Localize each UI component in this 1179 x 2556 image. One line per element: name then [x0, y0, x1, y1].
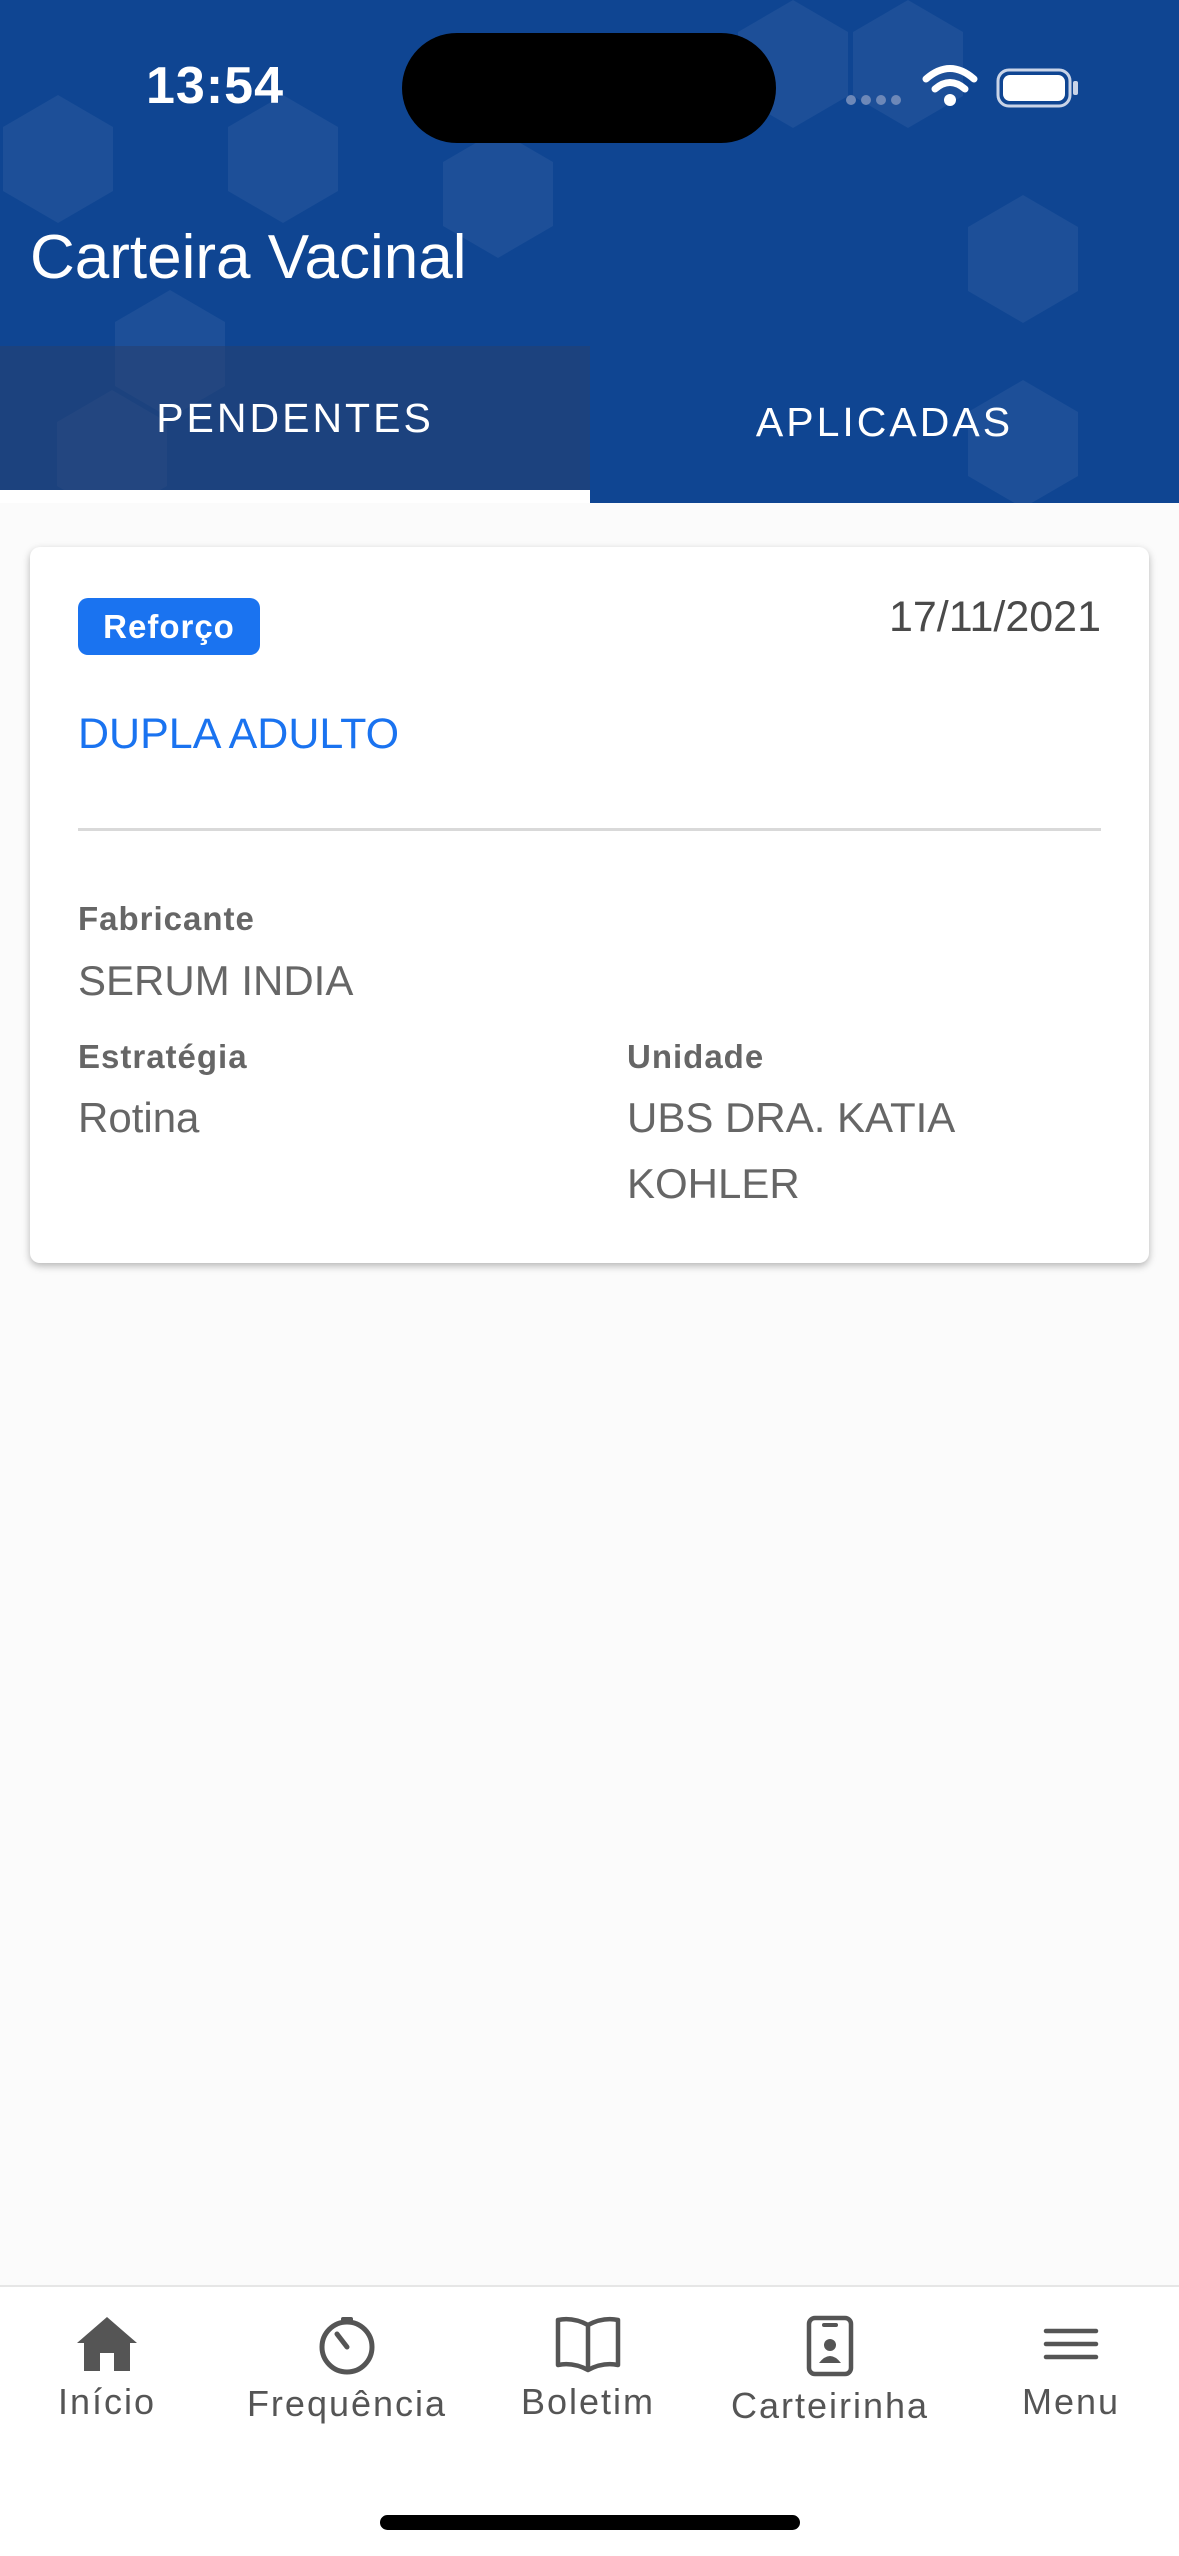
dose-badge: Reforço	[78, 598, 260, 655]
dynamic-island	[402, 33, 776, 143]
nav-item-menu[interactable]: Menu	[953, 2307, 1179, 2457]
nav-item-carteirinha[interactable]: Carteirinha	[712, 2307, 948, 2457]
app-header: 13:54 Carteira Vacinal PENDENTES APLICAD…	[0, 0, 1179, 503]
menu-icon	[1043, 2328, 1099, 2360]
cellular-signal-icon	[846, 95, 901, 105]
estrategia-value: Rotina	[78, 1094, 200, 1141]
id-card-icon	[806, 2315, 854, 2377]
book-icon	[555, 2316, 621, 2373]
home-icon	[77, 2317, 137, 2371]
status-bar: 13:54	[0, 0, 1179, 175]
nav-label-frequencia: Frequência	[246, 2383, 448, 2424]
home-indicator[interactable]	[380, 2515, 800, 2530]
tab-pendentes-label: PENDENTES	[156, 394, 434, 441]
vaccine-card[interactable]: Reforço 17/11/2021 DUPLA ADULTO Fabrican…	[30, 547, 1149, 1263]
estrategia-label: Estratégia	[78, 1038, 248, 1075]
tab-pendentes[interactable]: PENDENTES	[0, 346, 590, 490]
page-title: Carteira Vacinal	[30, 223, 467, 292]
card-divider	[78, 828, 1101, 831]
fabricante-value: SERUM INDIA	[78, 957, 354, 1004]
tab-aplicadas-label: APLICADAS	[755, 399, 1014, 445]
vaccine-name: DUPLA ADULTO	[78, 710, 400, 758]
nav-label-carteirinha: Carteirinha	[730, 2385, 930, 2426]
nav-item-inicio[interactable]: Início	[0, 2307, 225, 2457]
active-tab-indicator	[0, 490, 590, 503]
unidade-label: Unidade	[627, 1038, 765, 1075]
vaccine-date: 17/11/2021	[888, 593, 1101, 641]
nav-label-menu: Menu	[1021, 2381, 1121, 2422]
fabricante-label: Fabricante	[78, 900, 255, 937]
wifi-icon	[922, 65, 978, 106]
nav-label-inicio: Início	[57, 2381, 157, 2422]
unidade-value: UBS DRA. KATIA KOHLER	[627, 1094, 953, 1207]
status-time: 13:54	[146, 57, 284, 115]
nav-item-boletim[interactable]: Boletim	[470, 2307, 706, 2457]
nav-label-boletim: Boletim	[520, 2381, 656, 2422]
gauge-icon	[319, 2317, 375, 2375]
battery-icon	[996, 68, 1078, 108]
nav-item-frequencia[interactable]: Frequência	[229, 2307, 465, 2457]
tab-aplicadas[interactable]: APLICADAS	[590, 355, 1179, 490]
